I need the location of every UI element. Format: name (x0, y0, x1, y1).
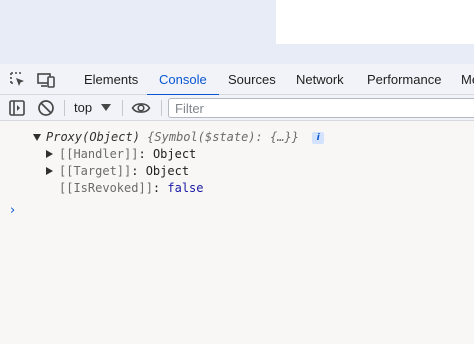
console-toolbar: top (0, 95, 474, 121)
toolbar-divider (64, 100, 65, 116)
property-value: Object (152, 147, 197, 161)
context-dropdown-icon[interactable] (101, 104, 111, 111)
context-selector[interactable]: top (74, 95, 92, 121)
expand-caret-right-icon[interactable] (46, 167, 53, 175)
object-type-label: Proxy(Object) (46, 130, 140, 144)
property-key: [[IsRevoked]] (59, 181, 153, 195)
devtools-panel: Elements Console Sources Network Perform… (0, 64, 474, 344)
page-tint-block (0, 0, 276, 64)
property-key: [[Target]] (59, 164, 132, 178)
toolbar-divider (161, 100, 162, 116)
property-key: [[Handler]] (59, 147, 139, 161)
devtools-tab-bar: Elements Console Sources Network Perform… (0, 64, 474, 96)
inspect-element-icon[interactable] (8, 70, 28, 90)
device-toolbar-icon[interactable] (36, 70, 56, 90)
object-preview-close: } (291, 130, 299, 144)
property-value: Object (145, 164, 190, 178)
property-row-handler[interactable]: [[Handler]]: Object (59, 146, 196, 163)
tab-console[interactable]: Console (147, 64, 219, 96)
console-output: Proxy(Object) {Symbol($state): {…}} i [[… (0, 122, 474, 344)
object-preview-colon: : (255, 130, 270, 144)
live-expression-eye-icon[interactable] (131, 98, 151, 118)
tab-sources[interactable]: Sources (228, 64, 276, 95)
filter-input[interactable] (168, 98, 474, 118)
property-value: false (167, 181, 204, 195)
toolbar-divider (122, 100, 123, 116)
tab-performance[interactable]: Performance (367, 64, 441, 95)
object-preview-value: {…} (270, 130, 292, 144)
clear-console-icon[interactable] (36, 98, 56, 118)
page-tint-strip (276, 44, 474, 64)
expand-caret-down-icon[interactable] (33, 134, 41, 141)
console-prompt-icon[interactable]: › (10, 204, 15, 218)
property-row-target[interactable]: [[Target]]: Object (59, 163, 189, 180)
tab-elements[interactable]: Elements (84, 64, 138, 95)
expand-caret-right-icon[interactable] (46, 150, 53, 158)
sidebar-toggle-icon[interactable] (7, 98, 27, 118)
property-row-isrevoked: [[IsRevoked]]: false (59, 181, 204, 195)
tab-network[interactable]: Network (296, 64, 344, 95)
object-preview-key: Symbol($state) (154, 130, 256, 144)
console-object-entry[interactable]: Proxy(Object) {Symbol($state): {…}} i (46, 129, 325, 146)
tab-memory[interactable]: Me (461, 64, 474, 95)
browser-page-area (0, 0, 474, 64)
info-icon[interactable]: i (312, 131, 325, 144)
